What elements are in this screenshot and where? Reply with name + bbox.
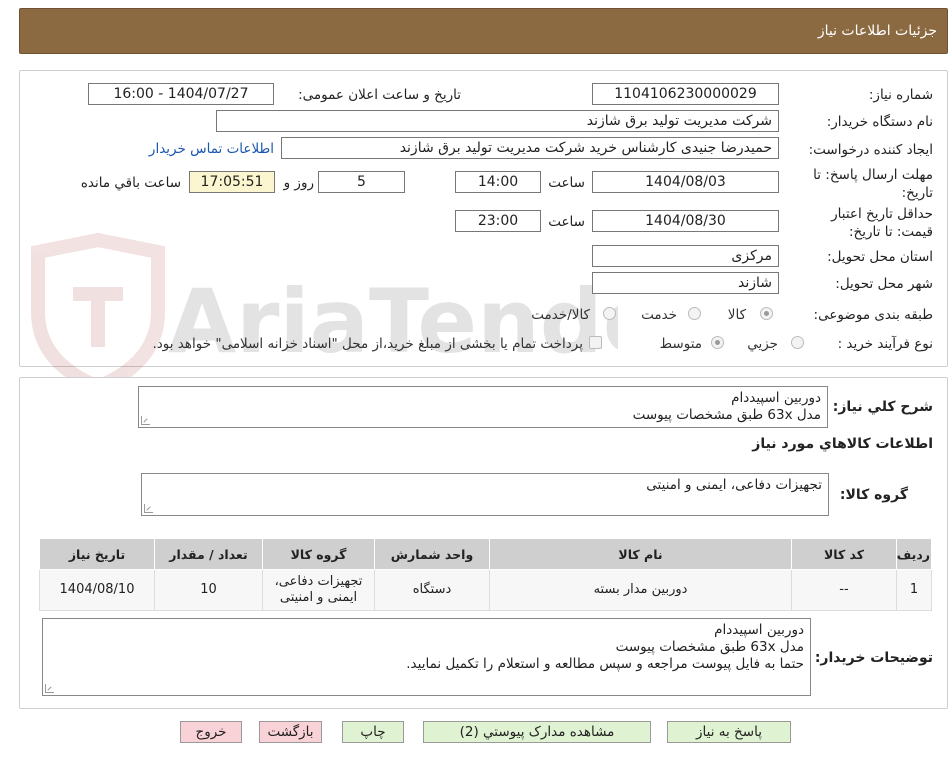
resize-grip-icon[interactable] (144, 504, 153, 513)
process-radio-medium[interactable] (711, 336, 724, 349)
goods-info-title: اطلاعات کالاهاي مورد نياز (752, 436, 933, 452)
general-desc-line-2: مدل 63x طبق مشخصات پیوست (632, 407, 821, 423)
col-header-goods-group: گروه کالا (262, 538, 375, 570)
cell-need-date: 1404/08/10 (39, 569, 155, 611)
back-button[interactable]: بازگشت (259, 721, 322, 743)
remaining-time-label: ساعت باقي مانده (80, 175, 181, 191)
process-radio-minor[interactable] (791, 336, 804, 349)
goods-group-label: گروه کالا: (839, 487, 908, 503)
col-header-need-date: تاريخ نياز (39, 538, 155, 570)
buyer-notes-line-1: دوربین اسپیددام (714, 622, 804, 638)
category-option-goods: کالا (727, 307, 746, 323)
cell-goods-group: تجهیزات دفاعی، ایمنی و امنیتی (262, 569, 375, 611)
resize-grip-icon[interactable] (141, 416, 150, 425)
need-number-field: 1104106230000029 (592, 83, 779, 105)
category-option-service: خدمت (641, 307, 677, 323)
page-title: جزئیات اطلاعات نیاز (817, 23, 937, 39)
page-header: جزئیات اطلاعات نیاز (19, 8, 948, 54)
buyer-org-field: شرکت مدیریت تولید برق شازند (216, 110, 779, 132)
validity-time-field: 23:00 (455, 210, 541, 232)
buyer-notes-label: توضیحات خریدار: (814, 650, 933, 666)
announce-label: تاریخ و ساعت اعلان عمومی: (298, 87, 461, 103)
need-number-label: شماره نیاز: (868, 87, 933, 103)
validity-date-field: 1404/08/30 (592, 210, 779, 232)
remaining-time-field: 17:05:51 (189, 171, 275, 193)
cell-unit: دستگاه (374, 569, 490, 611)
city-field: شازند (592, 272, 779, 294)
province-field: مرکزی (592, 245, 779, 267)
category-radio-service[interactable] (688, 307, 701, 320)
goods-group-value: تجهیزات دفاعی، ایمنی و امنیتی (646, 477, 822, 493)
col-header-unit: واحد شمارش (374, 538, 490, 570)
validity-time-label: ساعت (548, 214, 585, 230)
days-label: روز و (283, 175, 314, 191)
buyer-notes-textarea[interactable]: دوربین اسپیددام مدل 63x طبق مشخصات پیوست… (42, 618, 811, 696)
buyer-contact-link[interactable]: اطلاعات تماس خریدار (149, 141, 274, 157)
col-header-quantity: تعداد / مقدار (154, 538, 263, 570)
city-label: شهر محل تحویل: (835, 276, 933, 292)
col-header-row-number: رديف (896, 538, 932, 570)
process-option-medium: متوسط (659, 336, 702, 352)
process-label: نوع فرآیند خرید : (837, 336, 933, 352)
resize-grip-icon[interactable] (45, 684, 54, 693)
announce-datetime-field: 1404/07/27 - 16:00 (88, 83, 274, 105)
process-option-minor: جزیي (747, 336, 778, 352)
buyer-org-label: نام دستگاه خریدار: (826, 114, 933, 130)
reply-button[interactable]: پاسخ به نیاز (667, 721, 791, 743)
treasury-payment-checkbox[interactable] (589, 336, 602, 349)
buyer-notes-line-2: مدل 63x طبق مشخصات پیوست (615, 639, 804, 655)
exit-button[interactable]: خروج (180, 721, 242, 743)
deadline-time-field: 14:00 (455, 171, 541, 193)
requester-label: ایجاد کننده درخواست: (808, 142, 933, 158)
deadline-time-label: ساعت (548, 175, 585, 191)
category-label: طبقه بندی موضوعی: (813, 307, 933, 323)
deadline-date-field: 1404/08/03 (592, 171, 779, 193)
cell-quantity: 10 (154, 569, 263, 611)
deadline-label: مهلت ارسال پاسخ: تا تاریخ: (813, 167, 933, 201)
view-attachments-button[interactable]: مشاهده مدارک پیوستي (2) (423, 721, 651, 743)
category-option-goods-service: کالا/خدمت (531, 307, 590, 323)
goods-group-textarea[interactable]: تجهیزات دفاعی، ایمنی و امنیتی (141, 473, 829, 516)
treasury-payment-note: پرداخت تمام یا بخشی از مبلغ خرید،از محل … (152, 336, 583, 352)
table-row: 1 -- دوربین مدار بسته دستگاه تجهیزات دفا… (39, 569, 932, 611)
general-desc-textarea[interactable]: دوربین اسپیددام مدل 63x طبق مشخصات پیوست (138, 386, 828, 428)
category-radio-goods[interactable] (760, 307, 773, 320)
col-header-goods-code: کد کالا (791, 538, 897, 570)
goods-table: رديف کد کالا نام کالا واحد شمارش گروه کا… (39, 538, 932, 611)
col-header-goods-name: نام کالا (489, 538, 792, 570)
province-label: استان محل تحویل: (827, 249, 933, 265)
print-button[interactable]: چاپ (342, 721, 404, 743)
table-header-row: رديف کد کالا نام کالا واحد شمارش گروه کا… (39, 538, 932, 570)
validity-label: حداقل تاریخ اعتبار قیمت: تا تاریخ: (831, 206, 933, 240)
category-radio-goods-service[interactable] (603, 307, 616, 320)
general-desc-label: شرح کلي نياز: (832, 399, 933, 415)
cell-row-number: 1 (896, 569, 932, 611)
general-desc-line-1: دوربین اسپیددام (731, 390, 821, 406)
days-remaining-field: 5 (318, 171, 405, 193)
requester-field: حمیدرضا جنیدی کارشناس خرید شرکت مدیریت ت… (281, 137, 779, 159)
cell-goods-code: -- (791, 569, 897, 611)
cell-goods-name: دوربین مدار بسته (489, 569, 792, 611)
buyer-notes-line-3: حتما به فایل پیوست مراجعه و سپس مطالعه و… (406, 656, 804, 672)
